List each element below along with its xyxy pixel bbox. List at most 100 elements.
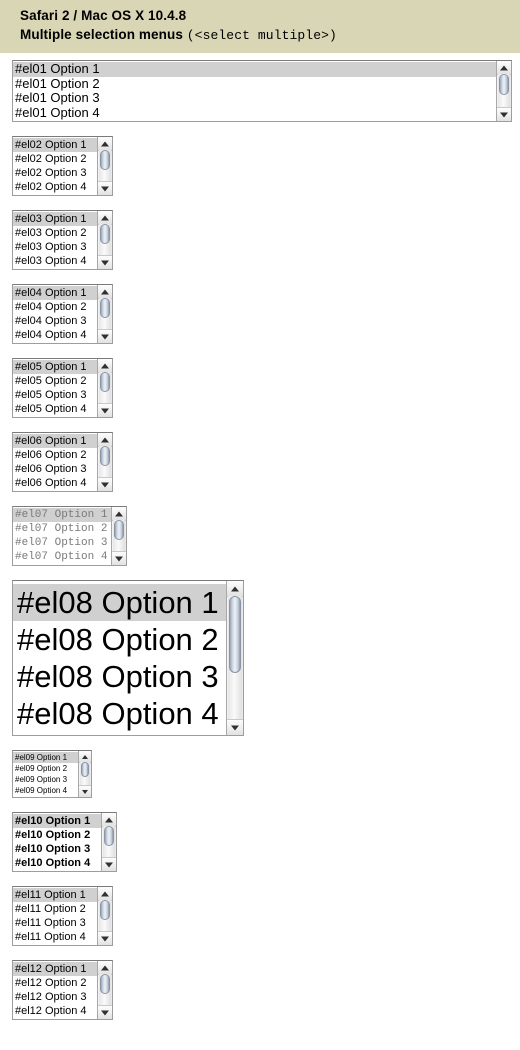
scrollbar-thumb[interactable] — [114, 520, 124, 540]
multi-select-el03[interactable]: #el03 Option 1 #el03 Option 2 #el03 Option… — [12, 210, 113, 270]
scrollbar-track[interactable] — [228, 596, 242, 720]
triangle-down-icon[interactable] — [98, 1005, 112, 1019]
multi-select-el06[interactable]: #el06 Option 1 #el06 Option 2 #el06 Option… — [12, 432, 113, 492]
option-item[interactable]: #el02 Option 1 — [13, 138, 97, 152]
scrollbar-thumb[interactable] — [499, 74, 509, 95]
option-item[interactable]: #el06 Option 2 — [13, 448, 97, 462]
scrollbar-el06[interactable] — [97, 433, 112, 491]
option-item[interactable]: #el04 Option 4 — [13, 328, 97, 342]
multi-select-el01[interactable]: #el01 Option 1 #el01 Option 2 #el01 Option… — [12, 60, 512, 122]
triangle-down-icon[interactable] — [102, 857, 116, 871]
scrollbar-thumb[interactable] — [100, 974, 110, 994]
option-item[interactable]: #el03 Option 1 — [13, 212, 97, 226]
option-item[interactable]: #el03 Option 3 — [13, 240, 97, 254]
scrollbar-thumb[interactable] — [100, 446, 110, 466]
scrollbar-track[interactable] — [113, 520, 125, 552]
option-item[interactable]: #el07 Option 1 — [13, 508, 111, 522]
scrollbar-thumb[interactable] — [100, 372, 110, 392]
scrollbar-el01[interactable] — [496, 61, 511, 121]
option-item[interactable]: #el06 Option 1 — [13, 434, 97, 448]
multi-select-el09[interactable]: #el09 Option 1 #el09 Option 2 #el09 Option… — [12, 750, 92, 798]
option-item[interactable]: #el12 Option 1 — [13, 962, 97, 976]
scrollbar-thumb[interactable] — [229, 596, 241, 673]
scrollbar-thumb[interactable] — [104, 826, 114, 846]
option-item[interactable]: #el08 Option 2 — [13, 621, 226, 658]
multi-select-el05[interactable]: #el05 Option 1 #el05 Option 2 #el05 Option… — [12, 358, 113, 418]
scrollbar-track[interactable] — [99, 224, 111, 256]
option-item[interactable]: #el07 Option 3 — [13, 536, 111, 550]
option-item[interactable]: #el10 Option 1 — [13, 814, 101, 828]
triangle-down-icon[interactable] — [98, 329, 112, 343]
option-item[interactable]: #el01 Option 2 — [13, 77, 496, 92]
multi-select-el11[interactable]: #el11 Option 1 #el11 Option 2 #el11 Option… — [12, 886, 113, 946]
triangle-down-icon[interactable] — [79, 785, 91, 797]
option-item[interactable]: #el12 Option 3 — [13, 990, 97, 1004]
option-item[interactable]: #el03 Option 2 — [13, 226, 97, 240]
option-item[interactable]: #el10 Option 4 — [13, 856, 101, 870]
scrollbar-el04[interactable] — [97, 285, 112, 343]
option-item[interactable]: #el06 Option 4 — [13, 476, 97, 490]
option-item[interactable]: #el11 Option 2 — [13, 902, 97, 916]
triangle-up-icon[interactable] — [102, 813, 116, 827]
scrollbar-el12[interactable] — [97, 961, 112, 1019]
triangle-up-icon[interactable] — [112, 507, 126, 521]
option-item[interactable]: #el09 Option 3 — [13, 774, 78, 785]
option-item[interactable]: #el05 Option 2 — [13, 374, 97, 388]
scrollbar-thumb[interactable] — [100, 900, 110, 920]
option-item[interactable]: #el10 Option 3 — [13, 842, 101, 856]
option-item[interactable]: #el07 Option 4 — [13, 550, 111, 564]
option-item[interactable]: #el11 Option 3 — [13, 916, 97, 930]
scrollbar-track[interactable] — [498, 74, 510, 108]
scrollbar-el03[interactable] — [97, 211, 112, 269]
option-item[interactable]: #el09 Option 4 — [13, 785, 78, 796]
scrollbar-track[interactable] — [99, 150, 111, 182]
triangle-up-icon[interactable] — [98, 961, 112, 975]
triangle-down-icon[interactable] — [227, 719, 243, 735]
scrollbar-el10[interactable] — [101, 813, 116, 871]
option-item[interactable]: #el12 Option 4 — [13, 1004, 97, 1018]
triangle-up-icon[interactable] — [497, 61, 511, 75]
option-item[interactable]: #el04 Option 1 — [13, 286, 97, 300]
triangle-up-icon[interactable] — [98, 211, 112, 225]
scrollbar-track[interactable] — [103, 826, 115, 858]
triangle-up-icon[interactable] — [98, 887, 112, 901]
multi-select-el12[interactable]: #el12 Option 1 #el12 Option 2 #el12 Option… — [12, 960, 113, 1020]
option-item[interactable]: #el10 Option 2 — [13, 828, 101, 842]
option-item[interactable]: #el05 Option 4 — [13, 402, 97, 416]
option-item[interactable]: #el02 Option 4 — [13, 180, 97, 194]
multi-select-el02[interactable]: #el02 Option 1 #el02 Option 2 #el02 Option… — [12, 136, 113, 196]
option-item[interactable]: #el05 Option 1 — [13, 360, 97, 374]
option-item[interactable]: #el12 Option 2 — [13, 976, 97, 990]
option-item[interactable]: #el01 Option 3 — [13, 91, 496, 106]
option-item[interactable]: #el11 Option 1 — [13, 888, 97, 902]
scrollbar-el07[interactable] — [111, 507, 126, 565]
option-item[interactable]: #el02 Option 2 — [13, 152, 97, 166]
scrollbar-track[interactable] — [99, 974, 111, 1006]
scrollbar-el11[interactable] — [97, 887, 112, 945]
scrollbar-track[interactable] — [99, 900, 111, 932]
option-item[interactable]: #el08 Option 4 — [13, 695, 226, 732]
triangle-up-icon[interactable] — [98, 285, 112, 299]
triangle-up-icon[interactable] — [98, 359, 112, 373]
option-item[interactable]: #el05 Option 3 — [13, 388, 97, 402]
scrollbar-track[interactable] — [99, 446, 111, 478]
option-item[interactable]: #el07 Option 2 — [13, 522, 111, 536]
option-item[interactable]: #el09 Option 1 — [13, 752, 78, 763]
triangle-down-icon[interactable] — [497, 107, 511, 121]
triangle-up-icon[interactable] — [98, 433, 112, 447]
option-item[interactable]: #el08 Option 3 — [13, 658, 226, 695]
triangle-up-icon[interactable] — [227, 581, 243, 597]
option-item[interactable]: #el03 Option 4 — [13, 254, 97, 268]
option-item[interactable]: #el01 Option 1 — [13, 62, 496, 77]
multi-select-el10[interactable]: #el10 Option 1 #el10 Option 2 #el10 Option… — [12, 812, 117, 872]
scrollbar-track[interactable] — [99, 298, 111, 330]
multi-select-el08[interactable]: #el08 Option 1 #el08 Option 2 #el08 Option… — [12, 580, 244, 736]
option-item[interactable]: #el01 Option 4 — [13, 106, 496, 121]
option-item[interactable]: #el08 Option 1 — [13, 584, 226, 621]
scrollbar-el05[interactable] — [97, 359, 112, 417]
triangle-down-icon[interactable] — [98, 181, 112, 195]
multi-select-el04[interactable]: #el04 Option 1 #el04 Option 2 #el04 Option… — [12, 284, 113, 344]
triangle-up-icon[interactable] — [98, 137, 112, 151]
scrollbar-track[interactable] — [99, 372, 111, 404]
triangle-down-icon[interactable] — [98, 477, 112, 491]
